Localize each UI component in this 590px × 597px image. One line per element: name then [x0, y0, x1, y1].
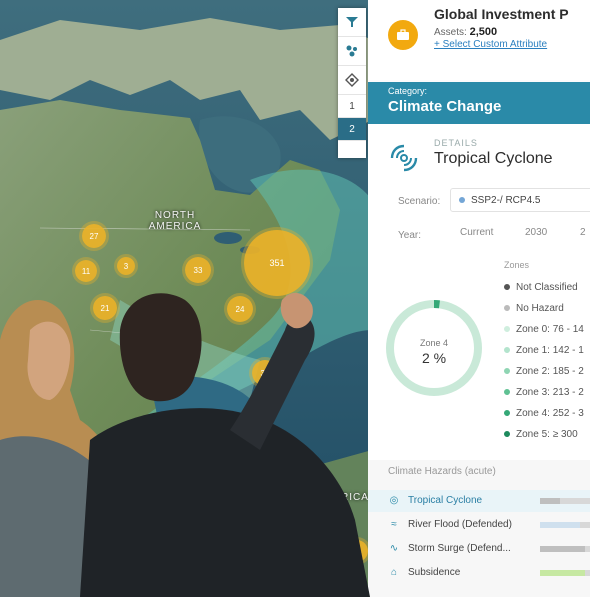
hazard-label: Tropical Cyclone — [408, 495, 483, 506]
hazard-row[interactable]: ⌂ Subsidence — [368, 562, 590, 584]
filter-icon[interactable] — [338, 8, 366, 37]
zone-dot — [504, 305, 510, 312]
map-canvas[interactable] — [0, 0, 372, 597]
zone-legend-item: Zone 2: 185 - 2 — [504, 366, 584, 377]
zone-dot — [504, 326, 510, 333]
cyclone-icon: ◎ — [389, 495, 399, 506]
portfolio-title: Global Investment P — [434, 6, 569, 22]
map-cluster[interactable]: 24 — [227, 296, 253, 322]
scenario-label: Scenario: — [398, 196, 441, 207]
zone-legend-item: Zone 5: ≥ 300 — [504, 429, 578, 440]
cyclone-icon — [390, 144, 418, 172]
river-flood-icon: ≈ — [391, 519, 397, 530]
hazard-map[interactable]: NORTH AMERICA RICA 27 3 11 33 351 21 24 3… — [0, 0, 372, 597]
donut-percent: 2 % — [421, 350, 447, 366]
map-cluster[interactable]: 27 — [82, 224, 106, 248]
map-cluster[interactable]: 3 — [117, 257, 135, 275]
details-panel: Global Investment P Assets: 2,500 + Sele… — [368, 0, 590, 597]
portfolio-header: Global Investment P Assets: 2,500 + Sele… — [368, 0, 590, 80]
select-custom-attribute-link[interactable]: + Select Custom Attribute — [434, 39, 547, 50]
hazard-level-fill — [540, 498, 560, 504]
category-label: Category: — [388, 86, 428, 96]
hazard-label: River Flood (Defended) — [408, 519, 512, 530]
hazard-label: Storm Surge (Defend... — [408, 543, 511, 554]
zone-legend-item: Zone 4: 252 - 3 — [504, 408, 584, 419]
map-cluster[interactable]: 14 — [346, 540, 368, 562]
scenario-select[interactable]: SSP2-/ RCP4.5 — [450, 188, 590, 212]
details-card: DETAILS Tropical Cyclone Scenario: SSP2-… — [368, 124, 590, 464]
zones-heading: Zones — [504, 260, 530, 270]
region-label-north-america: NORTH AMERICA — [148, 210, 202, 232]
map-cluster[interactable]: 36 — [252, 360, 278, 386]
hazard-level-bar — [540, 546, 590, 552]
hazards-heading: Climate Hazards (acute) — [388, 466, 496, 477]
zone-label: Zone 5: ≥ 300 — [516, 429, 578, 440]
hazard-row[interactable]: ∿ Storm Surge (Defend... — [368, 538, 590, 560]
zone-legend-item: Not Classified — [504, 282, 578, 293]
map-cluster[interactable]: 21 — [93, 296, 117, 320]
portfolio-assets: Assets: 2,500 — [434, 26, 497, 38]
map-cluster[interactable]: 33 — [185, 257, 211, 283]
zone-label: Zone 0: 76 - 14 — [516, 324, 584, 335]
zone-legend-item: Zone 0: 76 - 14 — [504, 324, 584, 335]
scenario-value: SSP2-/ RCP4.5 — [471, 194, 541, 206]
storm-surge-icon: ∿ — [389, 543, 399, 554]
zone-label: Zone 1: 142 - 1 — [516, 345, 584, 356]
map-cluster[interactable]: 351 — [244, 230, 310, 296]
year-option-2030[interactable]: 2030 — [525, 227, 547, 238]
map-toolbar: 1 2 — [338, 8, 366, 158]
hazard-label: Subsidence — [408, 567, 461, 578]
assets-value: 2,500 — [469, 26, 498, 38]
year-option-current[interactable]: Current — [460, 227, 493, 238]
zone-legend-item: No Hazard — [504, 303, 564, 314]
category-header[interactable]: Category: Climate Change — [368, 82, 590, 124]
climate-hazards-section: Climate Hazards (acute) ◎ Tropical Cyclon… — [368, 460, 590, 597]
hazard-level-fill — [540, 522, 580, 528]
page-2-button[interactable]: 2 — [338, 118, 366, 141]
assets-label: Assets: — [434, 27, 467, 38]
cluster-icon[interactable] — [338, 37, 366, 66]
zone-dot — [504, 347, 510, 354]
year-option-next[interactable]: 2 — [580, 227, 586, 238]
zone-label: Not Classified — [516, 282, 578, 293]
subsidence-icon: ⌂ — [390, 567, 398, 578]
hazard-row[interactable]: ◎ Tropical Cyclone — [368, 490, 590, 512]
scenario-dot — [459, 197, 465, 203]
hazard-level-fill — [540, 546, 585, 552]
donut-zone-label: Zone 4 — [419, 338, 449, 348]
hazard-row[interactable]: ≈ River Flood (Defended) — [368, 514, 590, 536]
hazard-level-bar — [540, 522, 590, 528]
zone-label: No Hazard — [516, 303, 564, 314]
briefcase-icon — [388, 20, 418, 50]
zone-dot — [504, 389, 510, 396]
map-cluster[interactable]: 11 — [75, 260, 97, 282]
hazard-level-bar — [540, 570, 590, 576]
zone-dot — [504, 410, 510, 417]
zone-dot — [504, 284, 510, 291]
details-title: Tropical Cyclone — [434, 150, 553, 167]
zone-donut-chart — [386, 300, 482, 396]
hazard-level-bar — [540, 498, 590, 504]
zone-dot — [504, 431, 510, 438]
details-label: DETAILS — [434, 138, 478, 148]
year-label: Year: — [398, 230, 421, 241]
zone-dot — [504, 368, 510, 375]
screen-scene: NORTH AMERICA RICA 27 3 11 33 351 21 24 3… — [0, 0, 590, 597]
zone-label: Zone 2: 185 - 2 — [516, 366, 584, 377]
zone-label: Zone 3: 213 - 2 — [516, 387, 584, 398]
page-1-button[interactable]: 1 — [338, 95, 366, 118]
zone-label: Zone 4: 252 - 3 — [516, 408, 584, 419]
layers-icon[interactable] — [338, 66, 366, 95]
zone-legend-item: Zone 3: 213 - 2 — [504, 387, 584, 398]
region-label-south-america: RICA — [341, 492, 369, 503]
zone-legend-item: Zone 1: 142 - 1 — [504, 345, 584, 356]
hazard-level-fill — [540, 570, 585, 576]
category-value: Climate Change — [388, 98, 502, 115]
